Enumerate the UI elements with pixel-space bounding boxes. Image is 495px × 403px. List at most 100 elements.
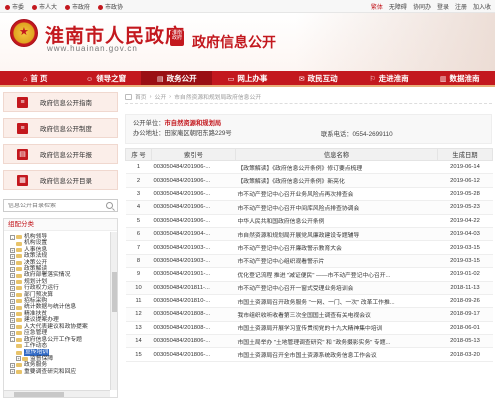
catalog-label: 政府信息公开目录 [40, 178, 92, 185]
register-link[interactable]: 注册 [455, 2, 467, 11]
table-row[interactable]: 3 003050484/201906-... 市不动产登记中心召开业务风险点再次排查… [125, 187, 493, 202]
row-title-link[interactable]: 市不动产登记中心召开一窗式受理业务培训会 [235, 281, 438, 295]
link-government[interactable]: 市政府 [65, 2, 90, 11]
breadcrumb-home[interactable]: 首页 [135, 92, 147, 101]
expand-icon[interactable]: + [10, 369, 15, 375]
scrollbar-thumb[interactable] [112, 272, 117, 312]
table-row[interactable]: 2 003050484/201906-... 【政策解读】《政府信息公开条例》新亮化… [125, 173, 493, 188]
accessibility-link[interactable]: 无障碍 [389, 2, 407, 11]
breadcrumb-current[interactable]: 市自然资源和规划局政府信息公开 [174, 92, 261, 101]
nav-item-label: 数据淮南 [449, 74, 480, 83]
expand-icon[interactable]: + [10, 253, 15, 259]
nav-item[interactable]: ⌂ 首 页 [0, 71, 71, 85]
row-index-number: 003050484/201806-... [151, 347, 236, 362]
table-row[interactable]: 1 003050484/201906-... 【政策解读】《政府信息公开条例》修订要… [125, 160, 493, 175]
row-title-link[interactable]: 【政策解读】《政府信息公开条例》新亮化 [235, 173, 438, 188]
expand-icon[interactable]: + [10, 317, 15, 323]
row-title-link[interactable]: 优化登记流程 推进 "减证便民" ——市不动产登记中心召开... [235, 267, 438, 282]
expand-icon[interactable]: + [10, 247, 15, 253]
breadcrumb-open[interactable]: 公开 [155, 92, 167, 101]
section-subtitle: 政府信息公开 [192, 35, 276, 51]
table-row[interactable]: 8 003050484/201903-... 市不动产登记中心组织观看警示片 2019… [125, 254, 493, 269]
row-title-link[interactable]: 市不动产登记中心组织观看警示片 [235, 254, 438, 269]
row-title-link[interactable]: 市国土局举办 "土地管理调查研究" 和 "政务摄影实务" 专题... [235, 334, 438, 349]
table-row[interactable]: 4 003050484/201906-... 市不动产登记中心召开中间库风险点排查协… [125, 200, 493, 215]
column-header-index-number: 索引号 [151, 148, 236, 161]
link-party-committee[interactable]: 市委 [5, 2, 24, 11]
expand-icon[interactable]: + [10, 298, 15, 304]
row-date: 2018-05-13 [437, 334, 493, 349]
table-row[interactable]: 15 003050484/201806-... 市国土资源局召开全市国土资源系统政务… [125, 347, 493, 362]
nav-item[interactable]: ✉ 政民互动 [283, 71, 354, 85]
row-index-number: 003050484/201806-... [151, 334, 236, 349]
table-row[interactable]: 9 003050484/201901-... 优化登记流程 推进 "减证便民" ——… [125, 267, 493, 282]
expand-icon[interactable]: + [10, 279, 15, 285]
traditional-chinese-link[interactable]: 繁体 [371, 2, 383, 11]
row-title-link[interactable]: 中华人民共和国政府信息公开条例 [235, 214, 438, 228]
row-title-link[interactable]: 【政策解读】《政府信息公开条例》修订要点梳理 [235, 160, 438, 175]
table-row[interactable]: 13 003050484/201808-... 市国土资源局开展学习宣传贯彻党的十九… [125, 321, 493, 336]
row-title-link[interactable]: 市不动产登记中心召开廉政警示教育大会 [235, 240, 438, 255]
breadcrumb: 首页 › 公开 › 市自然资源和规划局政府信息公开 [125, 92, 492, 104]
guide-button[interactable]: ≡ 政府信息公开指南 [3, 92, 118, 112]
expand-icon[interactable]: + [10, 292, 15, 298]
folder-icon [16, 305, 22, 310]
expand-icon[interactable]: + [10, 273, 15, 279]
row-title-link[interactable]: 我市组织收听收看第三次全国国土调查有关电视会议 [235, 307, 438, 322]
table-row[interactable]: 12 003050484/201808-... 我市组织收听收看第三次全国国土调查有… [125, 307, 493, 322]
nav-item[interactable]: ⚐ 走进淮南 [354, 71, 425, 85]
expand-icon[interactable]: + [16, 356, 21, 362]
expand-icon[interactable]: + [10, 260, 15, 266]
row-title-link[interactable]: 市国土资源局召开政务服务 "一网、一门、一次" 改革工作推... [235, 294, 438, 309]
nav-item[interactable]: ▥ 数据淮南 [424, 71, 495, 85]
folder-icon [16, 312, 22, 317]
page: 市委 市人大 市政府 市政协 繁体 无障碍 协同办 登录 注册 加入收 淮南市人… [0, 0, 495, 403]
expand-icon[interactable]: + [10, 305, 15, 311]
row-number: 15 [125, 347, 152, 362]
table-row[interactable]: 14 003050484/201806-... 市国土局举办 "土地管理调查研究" … [125, 334, 493, 349]
login-link[interactable]: 登录 [437, 2, 449, 11]
collapse-icon[interactable]: - [10, 234, 15, 240]
column-header-date: 生成日期 [437, 148, 493, 161]
collaboration-link[interactable]: 协同办 [413, 2, 431, 11]
scrollbar-thumb[interactable] [14, 392, 64, 397]
nav-item[interactable]: ▭ 网上办事 [212, 71, 283, 85]
row-index-number: 003050484/201906-... [151, 187, 236, 202]
add-favorite-link[interactable]: 加入收 [473, 2, 491, 11]
link-npc[interactable]: 市人大 [32, 2, 57, 11]
row-date: 2019-01-02 [437, 267, 493, 282]
search-icon[interactable] [106, 202, 113, 209]
tree-horizontal-scrollbar[interactable] [4, 390, 110, 397]
annual-report-button[interactable]: ▤ 政府信息公开年报 [3, 144, 118, 164]
tree-node[interactable]: + 重要调查研究和回应 [10, 369, 117, 375]
row-number: 11 [125, 294, 152, 309]
catalog-button[interactable]: ▦ 政府信息公开目录 [3, 170, 118, 190]
breadcrumb-separator: › [169, 93, 172, 100]
tree-vertical-scrollbar[interactable] [110, 232, 117, 390]
row-number: 5 [125, 214, 152, 228]
table-row[interactable]: 11 003050484/201810-... 市国土资源局召开政务服务 "一网、一… [125, 294, 493, 309]
site-links: 市委 市人大 市政府 市政协 [5, 2, 123, 11]
expand-icon[interactable]: + [10, 266, 15, 272]
table-row[interactable]: 7 003050484/201903-... 市不动产登记中心召开廉政警示教育大会 2… [125, 240, 493, 255]
expand-icon[interactable]: + [10, 311, 15, 317]
row-title-link[interactable]: 市国土资源局召开全市国土资源系统政务信息工作会议 [235, 347, 438, 362]
expand-icon[interactable]: + [10, 324, 15, 330]
row-date: 2019-04-03 [437, 227, 493, 242]
table-row[interactable]: 5 003050484/201906-... 中华人民共和国政府信息公开条例 2019… [125, 214, 493, 228]
row-title-link[interactable]: 市国土资源局开展学习宣传贯彻党的十九大精神集中培训 [235, 321, 438, 336]
nav-item[interactable]: ▤ 政务公开 [141, 71, 213, 85]
expand-icon[interactable]: + [10, 285, 15, 291]
collapse-icon[interactable]: - [10, 337, 15, 343]
row-title-link[interactable]: 市不动产登记中心召开中间库风险点排查协调会 [235, 200, 438, 215]
table-row[interactable]: 6 003050484/201904-... 市自然资源和规划局开展党风廉政建设专题… [125, 227, 493, 242]
rules-button[interactable]: ≡ 政府信息公开制度 [3, 118, 118, 138]
row-title-link[interactable]: 市自然资源和规划局开展党风廉政建设专题辅导 [235, 227, 438, 242]
nav-item[interactable]: ☺ 领导之窗 [71, 71, 142, 85]
table-row[interactable]: 10 003050484/201811-... 市不动产登记中心召开一窗式受理业务培… [125, 281, 493, 295]
expand-icon[interactable]: + [10, 362, 15, 368]
row-title-link[interactable]: 市不动产登记中心召开业务风险点再次排查会 [235, 187, 438, 202]
expand-icon[interactable]: + [10, 330, 15, 336]
link-cppcc[interactable]: 市政协 [98, 2, 123, 11]
catalog-search-input[interactable] [8, 202, 98, 209]
